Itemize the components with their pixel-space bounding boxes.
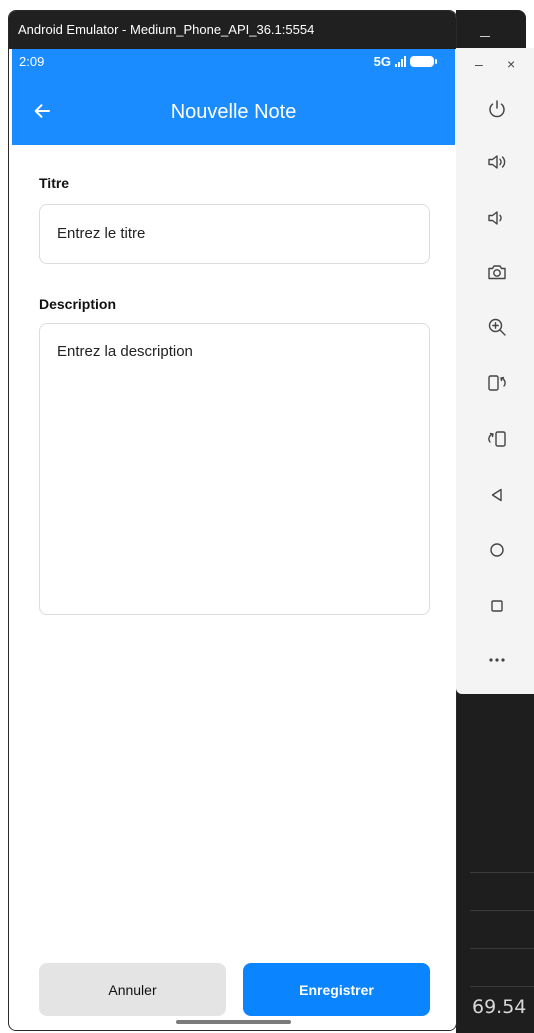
screenshot-button[interactable] [484,259,510,285]
volume-down-icon [488,211,502,225]
title-input[interactable]: Entrez le titre [39,204,430,264]
rotate-right-button[interactable] [484,426,510,452]
home-indicator[interactable] [176,1020,291,1024]
volume-up-button[interactable] [484,149,510,175]
nav-home-button[interactable] [484,537,510,563]
description-label: Description [39,296,117,312]
title-label: Titre [39,175,70,191]
host-window-strip [456,10,526,48]
overview-icon [491,600,503,612]
window-title: Android Emulator - Medium_Phone_API_36.1… [9,11,456,49]
more-icon [489,658,505,662]
host-background [456,690,534,1033]
host-divider [470,872,534,873]
status-indicators: 5G [373,54,437,69]
rotate-right-icon [488,431,506,447]
minimize-button[interactable]: – [475,56,483,72]
camera-icon [488,265,506,280]
signal-icon [395,56,406,67]
volume-down-button[interactable] [484,205,510,231]
nav-back-button[interactable] [484,482,510,508]
device-screen: 2:09 5G Nouvelle Note Titre Entrez le ti… [12,49,455,1030]
more-button[interactable] [484,647,510,673]
home-icon [490,543,504,557]
status-bar: 2:09 5G [12,49,455,79]
close-button[interactable]: × [507,56,515,72]
toolbar-window-controls: – × [456,56,534,76]
description-input[interactable]: Entrez la description [39,323,430,615]
zoom-button[interactable] [484,314,510,340]
emulator-toolbar: – × [456,48,534,694]
back-icon [491,488,502,502]
cancel-button[interactable]: Annuler [39,963,226,1016]
host-divider [470,948,534,949]
save-button[interactable]: Enregistrer [243,963,430,1016]
rotate-left-icon [488,375,506,391]
battery-icon [410,56,437,67]
emulator-window: Android Emulator - Medium_Phone_API_36.1… [8,10,457,1031]
volume-up-icon [488,155,506,169]
host-divider [470,986,534,987]
rotate-left-button[interactable] [484,370,510,396]
network-label: 5G [373,54,391,69]
page-title: Nouvelle Note [170,101,297,123]
host-partial-value: 69.54 [472,996,527,1018]
status-time: 2:09 [19,54,45,69]
app-bar: Nouvelle Note [12,79,455,145]
nav-overview-button[interactable] [484,593,510,619]
power-button[interactable] [484,96,510,122]
host-divider [470,910,534,911]
zoom-in-icon [488,318,506,336]
power-icon [489,100,505,118]
